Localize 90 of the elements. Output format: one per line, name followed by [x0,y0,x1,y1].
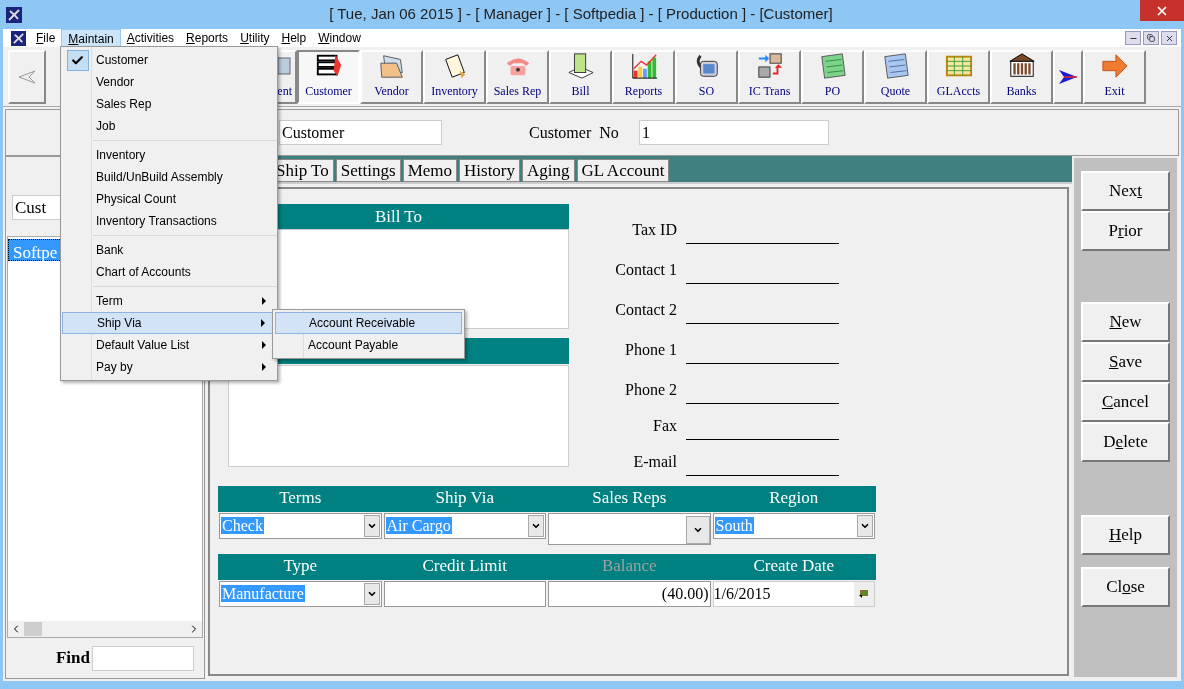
scroll-thumb[interactable] [24,622,42,636]
menu-item[interactable]: Default Value List [62,334,276,356]
column-header: Balance [600,555,658,577]
submenu-arrow-icon [262,363,266,371]
submenu-arrow-icon [262,341,266,349]
field-label: Tax ID [631,220,678,240]
menu-item[interactable]: File [30,29,62,47]
menu-item[interactable]: Customer [62,49,276,71]
close-icon [1164,33,1174,43]
number-field[interactable]: 1 [639,120,829,145]
menu-item[interactable]: Term [62,290,276,312]
menu-item[interactable]: Activities [120,29,181,47]
toolbar-button[interactable]: Customer [297,49,360,104]
action-button[interactable]: Cancel [1081,382,1170,422]
toolbar-button[interactable]: Sales Rep [486,49,549,104]
building-icon [1006,51,1037,80]
toolbar-button[interactable] [1053,49,1083,104]
field-label: Phone 2 [624,380,678,400]
toolbar-button[interactable]: Reports [612,49,675,104]
menu-item[interactable]: Help [275,29,313,47]
toolbar-button[interactable]: PO [801,49,864,104]
menu-item[interactable]: Window [312,29,367,47]
find-field[interactable] [92,645,194,671]
menu-item[interactable]: Utility [234,29,276,47]
menu-item[interactable]: Bank [62,239,276,261]
menu-item[interactable]: Vendor [62,71,276,93]
menu-item[interactable]: Pay by [62,356,276,378]
toolbar-button[interactable]: Vendor [360,49,423,104]
tab[interactable]: Memo [402,159,457,182]
column-header: Create Date [752,555,836,577]
app-icon [6,6,22,23]
action-button[interactable]: Prior [1081,211,1170,251]
column-header: Type [282,555,319,577]
toolbar-button[interactable]: Inventory [423,49,486,104]
toolbar-button[interactable]: Exit [1083,49,1146,104]
submenu-arrow-icon [261,319,265,327]
paper-plane-icon [1058,68,1078,85]
input-field[interactable] [383,581,546,607]
calendar-icon [859,589,869,599]
field-label: Fax [652,416,678,436]
field-label: Contact 1 [614,260,678,280]
date-field[interactable]: 1/6/2015 [712,581,875,607]
restore-button[interactable] [1143,31,1159,45]
toolbar-button[interactable]: Bill [549,49,612,104]
arrow-right-icon [1099,51,1130,80]
column-header: Terms [278,487,323,509]
menu-item[interactable]: Account Payable [275,334,462,356]
field-label: Contact 2 [614,300,678,320]
column-header: Sales Reps [591,487,668,509]
toolbar-button[interactable]: Quote [864,49,927,104]
name-field[interactable]: Customer [279,120,442,145]
submenu-arrow-icon [262,297,266,305]
back-button[interactable] [8,49,46,104]
column-header: Region [768,487,820,509]
action-button[interactable]: Close [1081,567,1170,607]
menu-item[interactable]: Sales Rep [62,93,276,115]
horizontal-scrollbar[interactable] [8,621,202,637]
minimize-button[interactable] [1125,31,1141,45]
app-icon [11,30,26,46]
dropdown-field[interactable] [548,513,711,545]
field-label: Customer No [529,122,620,143]
action-button[interactable]: Help [1081,515,1170,555]
column-header: Credit Limit [421,555,508,577]
action-button[interactable]: Delete [1081,422,1170,462]
action-button[interactable]: New [1081,302,1170,342]
menu-item[interactable]: Account Receivable [275,312,462,334]
arrow-left-icon [18,68,36,85]
field-label: E-mail [632,452,678,472]
toolbar-button[interactable]: SO [675,49,738,104]
action-button[interactable]: Save [1081,342,1170,382]
close-button[interactable] [1161,31,1177,45]
toolbar-button[interactable]: Banks [990,49,1053,104]
menu-item[interactable]: Maintain [61,29,121,47]
tab[interactable]: GL Account [576,159,670,182]
menu-item[interactable]: Chart of Accounts [62,261,276,283]
toolbar-button[interactable]: GLAccts [927,49,990,104]
field-label: Phone 1 [624,340,678,360]
column-header: Ship Via [434,487,496,509]
window-title: [ Tue, Jan 06 2015 ] - [ Manager ] - [ Softpedia ] - [ Production ] - [Customer] [328,4,834,25]
check-icon [71,53,84,67]
action-button[interactable]: Next [1081,171,1170,211]
tab[interactable]: Settings [335,159,401,182]
toolbar-button[interactable]: IC Trans [738,49,801,104]
document-icon [565,51,596,80]
menu-item[interactable]: Reports [180,29,235,47]
restore-icon [1147,34,1155,42]
menu-item[interactable]: Job [62,115,276,137]
tab[interactable]: History [459,159,520,182]
tab[interactable]: Aging [522,159,575,182]
find-label: Find [55,647,90,670]
